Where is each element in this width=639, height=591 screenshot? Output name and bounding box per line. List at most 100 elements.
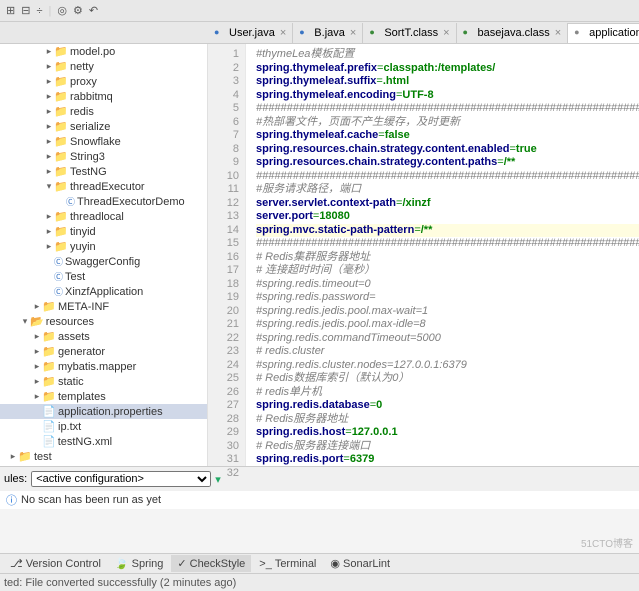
tree-item-mybatis.mapper[interactable]: ▸📁mybatis.mapper bbox=[0, 359, 207, 374]
code-line[interactable]: #热部署文件，页面不产生缓存，及时更新 bbox=[256, 116, 639, 130]
tree-item-redis[interactable]: ▸📁redis bbox=[0, 104, 207, 119]
project-tree[interactable]: ▸📁model.po▸📁netty▸📁proxy▸📁rabbitmq▸📁redi… bbox=[0, 44, 208, 466]
code-line[interactable]: #spring.redis.password= bbox=[256, 291, 639, 305]
tree-item-threadlocal[interactable]: ▸📁threadlocal bbox=[0, 209, 207, 224]
tree-arrow-icon[interactable]: ▸ bbox=[32, 376, 42, 387]
tree-arrow-icon[interactable]: ▸ bbox=[32, 301, 42, 312]
tree-item-model.po[interactable]: ▸📁model.po bbox=[0, 44, 207, 59]
code-line[interactable]: ########################################… bbox=[256, 237, 639, 251]
tree-arrow-icon[interactable]: ▸ bbox=[44, 76, 54, 87]
code-line[interactable]: # Redis数据库索引（默认为0） bbox=[256, 372, 639, 386]
collapse-icon[interactable]: ⊟ bbox=[21, 4, 30, 17]
tree-arrow-icon[interactable]: ▾ bbox=[44, 181, 54, 192]
tree-arrow-icon[interactable]: ▸ bbox=[44, 166, 54, 177]
target-icon[interactable]: ◎ bbox=[57, 4, 67, 17]
gear-icon[interactable]: ⚙ bbox=[73, 4, 83, 17]
tree-item-generator[interactable]: ▸📁generator bbox=[0, 344, 207, 359]
code-line[interactable]: server.port=18080 bbox=[256, 210, 639, 224]
tree-item-Snowflake[interactable]: ▸📁Snowflake bbox=[0, 134, 207, 149]
tree-arrow-icon[interactable]: ▸ bbox=[44, 211, 54, 222]
tree-arrow-icon[interactable]: ▸ bbox=[44, 241, 54, 252]
tree-item-static[interactable]: ▸📁static bbox=[0, 374, 207, 389]
code-line[interactable]: spring.resources.chain.strategy.content.… bbox=[256, 143, 639, 157]
tree-arrow-icon[interactable]: ▸ bbox=[44, 61, 54, 72]
undo-icon[interactable]: ↶ bbox=[89, 4, 98, 17]
tab-User-java[interactable]: ●User.java× bbox=[208, 23, 293, 43]
tree-item-XinzfApplication[interactable]: ⒸXinzfApplication bbox=[0, 284, 207, 299]
code-editor[interactable]: #thymeLea模板配置spring.thymeleaf.prefix=cla… bbox=[246, 44, 639, 466]
tree-arrow-icon[interactable]: ▸ bbox=[32, 391, 42, 402]
tree-arrow-icon[interactable]: ▸ bbox=[44, 136, 54, 147]
tab-B-java[interactable]: ●B.java× bbox=[293, 23, 363, 43]
tab-basejava-class[interactable]: ●basejava.class× bbox=[457, 23, 569, 43]
tree-arrow-icon[interactable]: ▸ bbox=[44, 151, 54, 162]
tree-arrow-icon[interactable]: ▸ bbox=[44, 91, 54, 102]
close-icon[interactable]: × bbox=[350, 27, 356, 39]
code-line[interactable]: # redis.cluster bbox=[256, 345, 639, 359]
code-line[interactable]: server.servlet.context-path=/xinzf bbox=[256, 197, 639, 211]
tab-application-properties[interactable]: ●application.properties× bbox=[568, 23, 639, 43]
code-line[interactable]: spring.thymeleaf.prefix=classpath:/templ… bbox=[256, 62, 639, 76]
tree-arrow-icon[interactable]: ▸ bbox=[44, 226, 54, 237]
tree-item-threadExecutor[interactable]: ▾📁threadExecutor bbox=[0, 179, 207, 194]
close-icon[interactable]: × bbox=[443, 27, 449, 39]
code-line[interactable]: spring.thymeleaf.encoding=UTF-8 bbox=[256, 89, 639, 103]
tree-arrow-icon[interactable]: ▾ bbox=[20, 316, 30, 327]
tree-item-proxy[interactable]: ▸📁proxy bbox=[0, 74, 207, 89]
code-line[interactable]: # redis单片机 bbox=[256, 386, 639, 400]
tree-arrow-icon[interactable]: ▸ bbox=[8, 451, 18, 462]
tree-item-SwaggerConfig[interactable]: ⒸSwaggerConfig bbox=[0, 254, 207, 269]
tool-tab-sonarlint[interactable]: ◉SonarLint bbox=[324, 555, 396, 572]
tool-tab-spring[interactable]: 🍃Spring bbox=[109, 555, 170, 572]
tree-item-netty[interactable]: ▸📁netty bbox=[0, 59, 207, 74]
tree-arrow-icon[interactable]: ▸ bbox=[44, 106, 54, 117]
code-line[interactable]: ########################################… bbox=[256, 102, 639, 116]
code-line[interactable]: spring.redis.database=0 bbox=[256, 399, 639, 413]
tree-arrow-icon[interactable]: ▸ bbox=[32, 331, 42, 342]
code-line[interactable]: #服务请求路径，端口 bbox=[256, 183, 639, 197]
tree-item-serialize[interactable]: ▸📁serialize bbox=[0, 119, 207, 134]
tree-item-target[interactable]: ▾📁target bbox=[0, 464, 207, 466]
tree-item-tinyid[interactable]: ▸📁tinyid bbox=[0, 224, 207, 239]
tool-tab-checkstyle[interactable]: ✓CheckStyle bbox=[171, 555, 251, 572]
tree-arrow-icon[interactable]: ▸ bbox=[44, 121, 54, 132]
code-line[interactable]: # 连接超时时间（毫秒） bbox=[256, 264, 639, 278]
code-line[interactable]: # Redis服务器连接端口 bbox=[256, 440, 639, 454]
code-line[interactable]: spring.redis.host=127.0.0.1 bbox=[256, 426, 639, 440]
tree-item-ThreadExecutorDemo[interactable]: ⒸThreadExecutorDemo bbox=[0, 194, 207, 209]
code-line[interactable]: spring.resources.chain.strategy.content.… bbox=[256, 156, 639, 170]
tree-arrow-icon[interactable]: ▸ bbox=[44, 46, 54, 57]
divide-icon[interactable]: ÷ bbox=[36, 5, 42, 17]
code-line[interactable]: #spring.redis.timeout=0 bbox=[256, 278, 639, 292]
code-line[interactable]: ########################################… bbox=[256, 170, 639, 184]
close-icon[interactable]: × bbox=[280, 27, 286, 39]
tab-SortT-class[interactable]: ●SortT.class× bbox=[363, 23, 456, 43]
code-line[interactable]: # Redis集群服务器地址 bbox=[256, 251, 639, 265]
tree-item-templates[interactable]: ▸📁templates bbox=[0, 389, 207, 404]
code-line[interactable]: #spring.redis.cluster.nodes=127.0.0.1:63… bbox=[256, 359, 639, 373]
tree-arrow-icon[interactable]: ▸ bbox=[32, 361, 42, 372]
code-line[interactable]: spring.thymeleaf.cache=false bbox=[256, 129, 639, 143]
tree-item-rabbitmq[interactable]: ▸📁rabbitmq bbox=[0, 89, 207, 104]
rules-select[interactable]: <active configuration> bbox=[31, 471, 211, 487]
tool-tab-terminal[interactable]: >_Terminal bbox=[253, 556, 322, 572]
code-line[interactable]: spring.thymeleaf.suffix=.html bbox=[256, 75, 639, 89]
tree-item-resources[interactable]: ▾📂resources bbox=[0, 314, 207, 329]
tree-item-application.properties[interactable]: 📄application.properties bbox=[0, 404, 207, 419]
code-line[interactable]: # Redis服务器地址 bbox=[256, 413, 639, 427]
tree-item-Test[interactable]: ⒸTest bbox=[0, 269, 207, 284]
tree-arrow-icon[interactable]: ▸ bbox=[32, 346, 42, 357]
code-line[interactable]: spring.mvc.static-path-pattern=/** bbox=[256, 224, 639, 238]
tree-item-assets[interactable]: ▸📁assets bbox=[0, 329, 207, 344]
tool-tab-version-control[interactable]: ⎇Version Control bbox=[4, 555, 107, 572]
tree-item-META-INF[interactable]: ▸📁META-INF bbox=[0, 299, 207, 314]
close-icon[interactable]: × bbox=[555, 27, 561, 39]
tree-item-yuyin[interactable]: ▸📁yuyin bbox=[0, 239, 207, 254]
code-line[interactable]: #spring.redis.commandTimeout=5000 bbox=[256, 332, 639, 346]
code-line[interactable]: #spring.redis.jedis.pool.max-wait=1 bbox=[256, 305, 639, 319]
dropdown-icon[interactable]: ▾ bbox=[215, 473, 221, 486]
code-line[interactable]: #thymeLea模板配置 bbox=[256, 48, 639, 62]
expand-icon[interactable]: ⊞ bbox=[6, 4, 15, 17]
tree-item-ip.txt[interactable]: 📄ip.txt bbox=[0, 419, 207, 434]
tree-item-String3[interactable]: ▸📁String3 bbox=[0, 149, 207, 164]
